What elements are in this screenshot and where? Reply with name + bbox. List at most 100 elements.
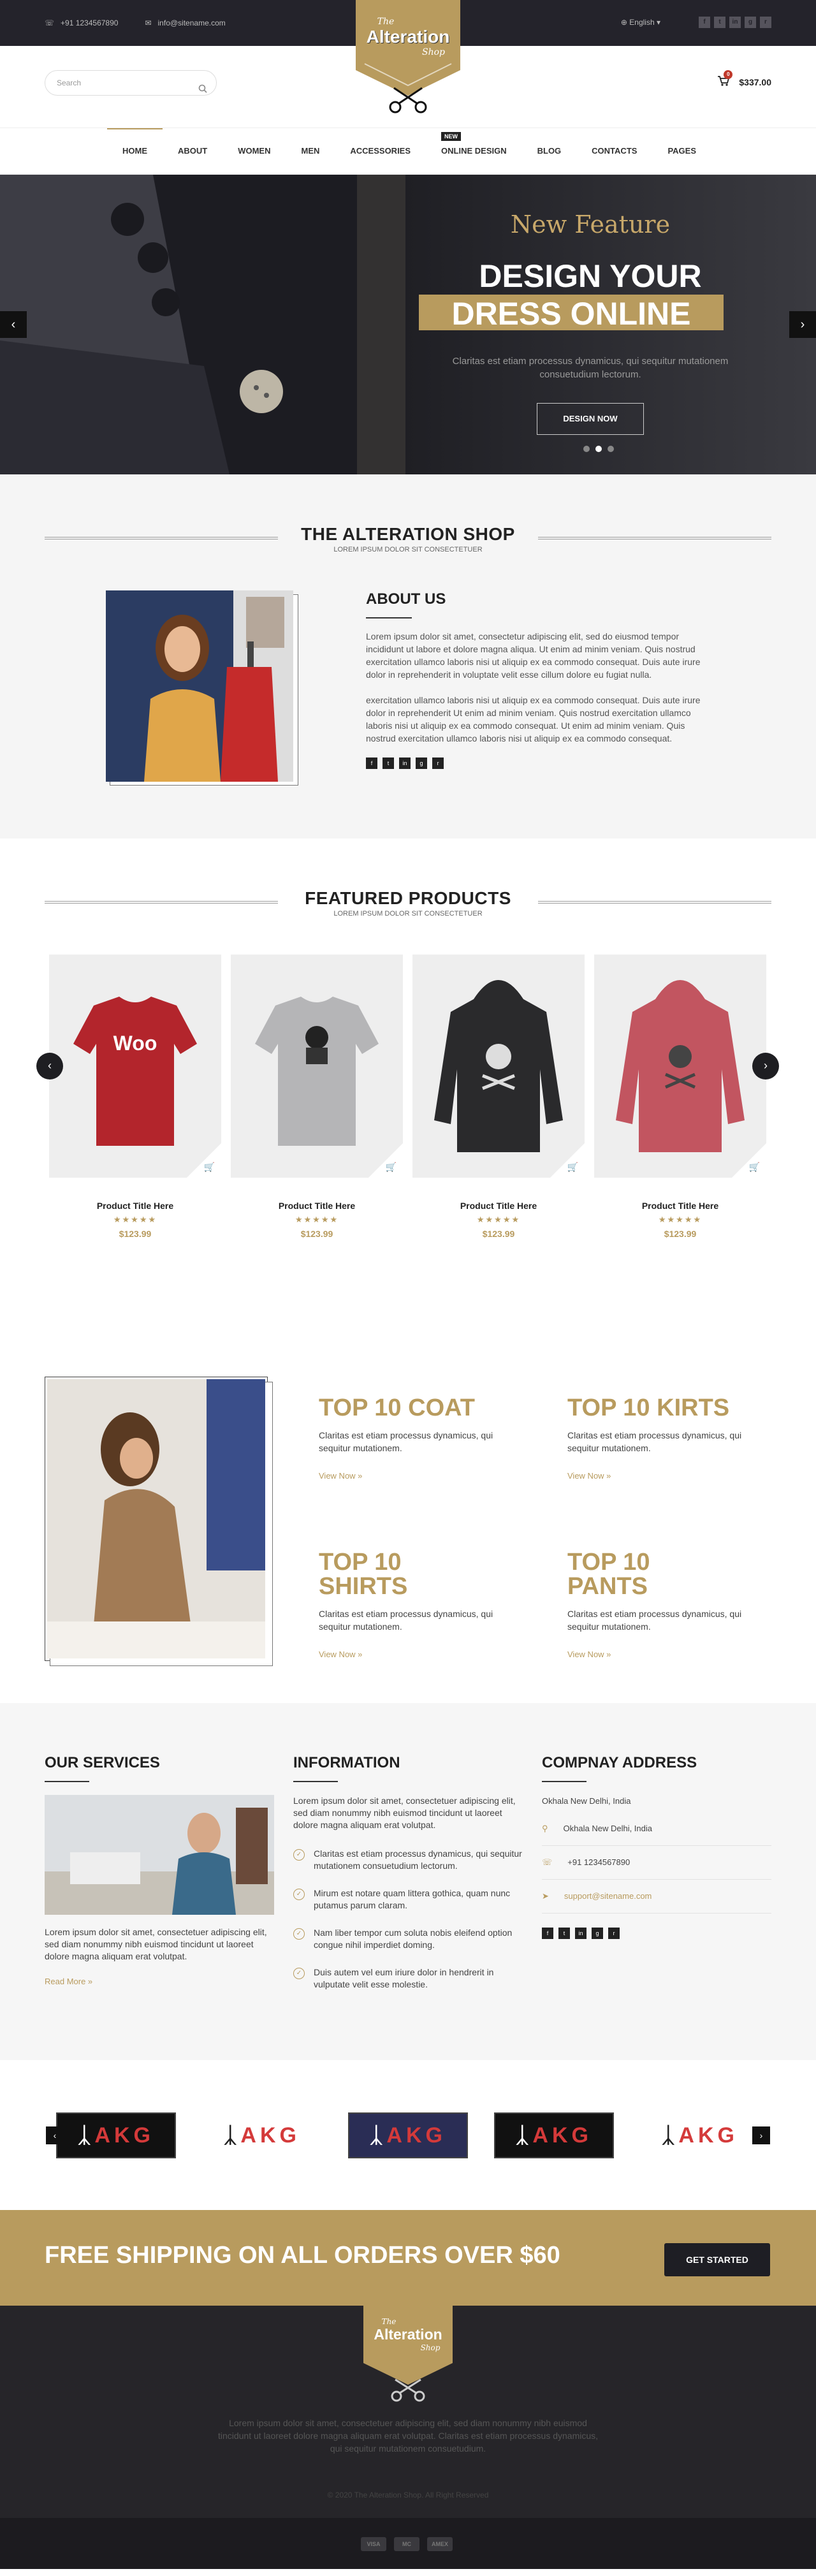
product-image[interactable]: 🛒 (412, 955, 585, 1178)
nav-item-contacts[interactable]: CONTACTS (576, 128, 652, 174)
cart-icon[interactable]: 🛒 (567, 1162, 578, 1173)
section-subtitle: LOREM IPSUM DOLOR SIT CONSECTETUER (333, 546, 483, 553)
cart-icon[interactable]: 🛒 (386, 1162, 397, 1173)
cart-total[interactable]: $337.00 (739, 77, 771, 87)
twitter-icon[interactable]: t (714, 17, 725, 28)
product-image[interactable]: 🛒 (231, 955, 403, 1178)
nav-item-men[interactable]: MEN (286, 128, 335, 174)
amex-icon: AMEX (427, 2537, 453, 2551)
product-title[interactable]: Product Title Here (49, 1201, 221, 1211)
email-text[interactable]: info@sitename.com (158, 18, 226, 27)
slider-dot[interactable] (583, 446, 590, 452)
brand-logo[interactable]: ᛣ AKG (348, 2112, 468, 2158)
products-prev-button[interactable]: ‹ (36, 1053, 63, 1079)
new-badge: New (441, 132, 462, 141)
brands-next-button[interactable]: › (752, 2126, 770, 2144)
brand-logo-text: AKG (532, 2123, 592, 2148)
facebook-icon[interactable]: f (366, 757, 377, 769)
list-item: ✓ Claritas est etiam processus dynamicus,… (293, 1848, 523, 1872)
shipping-banner: FREE SHIPPING ON ALL ORDERS OVER $60 GET… (0, 2210, 816, 2306)
about-section: THE ALTERATION SHOP LOREM IPSUM DOLOR SI… (0, 474, 816, 838)
slider-prev-button[interactable]: ‹ (0, 311, 27, 338)
facebook-icon[interactable]: f (542, 1928, 553, 1939)
product-image[interactable]: 🛒 (594, 955, 766, 1178)
search-icon[interactable] (198, 78, 207, 103)
nav-item-about[interactable]: ABOUT (163, 128, 222, 174)
about-paragraph-1: Lorem ipsum dolor sit amet, consectetur … (366, 631, 701, 680)
list-item-text: Claritas est etiam processus dynamicus, … (314, 1848, 522, 1871)
email-info[interactable]: ✉ info@sitename.com (145, 18, 225, 27)
nav-item-home[interactable]: HOME (107, 128, 163, 174)
search-placeholder: Search (57, 78, 82, 87)
slider-next-button[interactable]: › (789, 311, 816, 338)
site-logo[interactable]: The Alteration Shop (356, 0, 460, 117)
product-title[interactable]: Product Title Here (412, 1201, 585, 1211)
featured-products: FEATURED PRODUCTS LOREM IPSUM DOLOR SIT … (0, 838, 816, 1306)
category-title[interactable]: TOP 10 KIRTS (567, 1396, 759, 1420)
googleplus-icon[interactable]: g (745, 17, 756, 28)
linkedin-icon[interactable]: in (575, 1928, 586, 1939)
logo-text-the: The (377, 17, 395, 27)
read-more-link[interactable]: Read More » (45, 1977, 274, 1986)
brands-carousel: ᛣ AKG ᛣ AKG ᛣ AKG ᛣ AKG ᛣ AKG ‹ › (0, 2060, 816, 2210)
rss-icon[interactable]: r (608, 1928, 620, 1939)
search-input[interactable]: Search (45, 70, 217, 96)
language-label[interactable]: English (629, 18, 654, 27)
product-card[interactable]: 🛒 Product Title Here ★★★★★ $123.99 (231, 955, 403, 1239)
slider-dot[interactable] (608, 446, 614, 452)
linkedin-icon[interactable]: in (399, 757, 411, 769)
cart-icon[interactable]: 🛒 (204, 1162, 215, 1173)
view-now-link[interactable]: View Now » (567, 1471, 759, 1481)
brands-prev-button[interactable]: ‹ (46, 2126, 64, 2144)
nav-item-women[interactable]: WOMEN (222, 128, 286, 174)
get-started-button[interactable]: GET STARTED (664, 2243, 770, 2276)
nav-item-online-design-label[interactable]: ONLINE DESIGN (441, 146, 507, 156)
slider-dots (583, 446, 614, 452)
phone-icon: ☏ (45, 18, 55, 27)
nav-item-blog[interactable]: BLOG (522, 128, 577, 174)
brand-logo-text: AKG (240, 2123, 300, 2148)
design-now-button[interactable]: DESIGN NOW (537, 403, 644, 435)
product-price: $123.99 (300, 1229, 333, 1239)
category-title[interactable]: TOP 10 PANTS (567, 1550, 676, 1599)
email-text[interactable]: support@sitename.com (564, 1891, 652, 1901)
brand-logo[interactable]: ᛣ AKG (202, 2112, 322, 2158)
language-select[interactable]: ⊕ English ▾ (621, 18, 660, 27)
address-column: COMPNAY ADDRESS Okhala New Delhi, India … (542, 1754, 771, 1939)
information-rule (293, 1781, 338, 1782)
brand-logo[interactable]: ᛣ AKG (640, 2112, 760, 2158)
product-title[interactable]: Product Title Here (594, 1201, 766, 1211)
rss-icon[interactable]: r (760, 17, 771, 28)
nav-item-online-design[interactable]: New ONLINE DESIGN (426, 128, 522, 174)
product-card[interactable]: 🛒 Product Title Here ★★★★★ $123.99 (594, 955, 766, 1239)
googleplus-icon[interactable]: g (592, 1928, 603, 1939)
brand-logo[interactable]: ᛣ AKG (494, 2112, 614, 2158)
view-now-link[interactable]: View Now » (319, 1471, 510, 1481)
facebook-icon[interactable]: f (699, 17, 710, 28)
cart-button[interactable]: 0 $337.00 (717, 70, 771, 89)
nav-item-accessories[interactable]: ACCESSORIES (335, 128, 426, 174)
products-next-button[interactable]: › (752, 1053, 779, 1079)
rss-icon[interactable]: r (432, 757, 444, 769)
category-title[interactable]: TOP 10 SHIRTS (319, 1550, 433, 1599)
twitter-icon[interactable]: t (558, 1928, 570, 1939)
footer-logo[interactable]: The Alteration Shop (363, 2306, 453, 2404)
categories-section: TOP 10 COAT Claritas est etiam processus… (0, 1306, 816, 1703)
cart-icon[interactable]: 🛒 (749, 1162, 760, 1173)
product-title[interactable]: Product Title Here (231, 1201, 403, 1211)
slider-dot-active[interactable] (595, 446, 602, 452)
googleplus-icon[interactable]: g (416, 757, 427, 769)
product-price: $123.99 (664, 1229, 697, 1239)
nav-item-pages[interactable]: PAGES (652, 128, 711, 174)
section-heading: FEATURED PRODUCTS LOREM IPSUM DOLOR SIT … (0, 888, 816, 918)
about-social: f t in g r (366, 757, 710, 769)
category-title[interactable]: TOP 10 COAT (319, 1396, 510, 1420)
product-card[interactable]: 🛒 Product Title Here ★★★★★ $123.99 (412, 955, 585, 1239)
view-now-link[interactable]: View Now » (319, 1650, 433, 1659)
twitter-icon[interactable]: t (382, 757, 394, 769)
view-now-link[interactable]: View Now » (567, 1650, 676, 1659)
product-card[interactable]: Woo 🛒 Product Title Here ★★★★★ $123.99 (49, 955, 221, 1239)
linkedin-icon[interactable]: in (729, 17, 741, 28)
product-image[interactable]: Woo 🛒 (49, 955, 221, 1178)
brand-logo[interactable]: ᛣ AKG (56, 2112, 176, 2158)
